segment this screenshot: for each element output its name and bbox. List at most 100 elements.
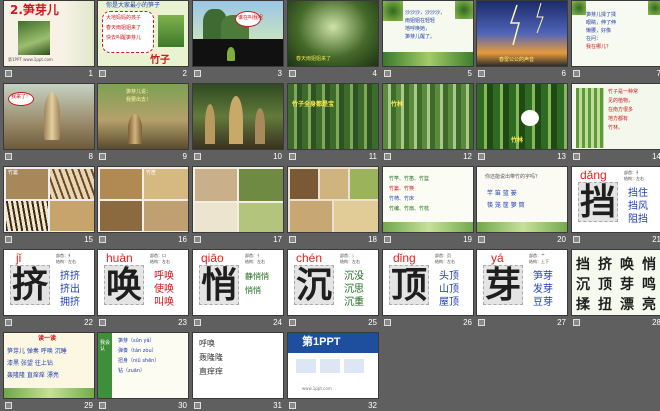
slide-number: 1 bbox=[88, 69, 93, 78]
slide-10-content bbox=[192, 83, 284, 150]
animation-icon bbox=[289, 153, 296, 160]
slide-thumbnail-31[interactable]: 呼唤 轰隆隆 直痒痒 31 bbox=[192, 332, 284, 410]
hanzi-char: 唤 bbox=[106, 264, 143, 306]
slide-thumbnail-22[interactable]: jǐ 挤 部首：扌 结构：左右 挤挤 挤出 拥挤 22 bbox=[3, 249, 95, 327]
slide-thumbnail-30[interactable]: 我会认 笋芽（sǔn yá） 弹奏（tán zòu） 扭身（niǔ shēn） … bbox=[97, 332, 189, 410]
slide-number: 11 bbox=[368, 152, 377, 161]
slide-6-caption: 春雷公公的声音 bbox=[499, 57, 535, 63]
slide-thumbnail-15[interactable]: 竹篓 15 bbox=[3, 166, 95, 244]
slide-thumbnail-29[interactable]: 读一读 笋芽儿 弹奏 呼唤 沉睡 漆黑 张望 往上钻 轰隆隆 直痒痒 漂亮 29 bbox=[3, 332, 95, 410]
animation-icon bbox=[99, 236, 106, 243]
animation-icon bbox=[573, 319, 580, 326]
slide-thumbnail-24[interactable]: qiāo 悄 部首：忄 结构：左右 静悄悄 悄悄 24 bbox=[192, 249, 284, 327]
slide-19-content: 竹竿、竹笛、竹篮 竹篓、竹筷 竹椅、竹床 竹编、竹扇、竹枕 bbox=[382, 166, 474, 233]
slide-25-content: chén 沉 部首：氵 结构：左右 沉没 沉思 沉重 bbox=[287, 249, 379, 316]
slide-number: 29 bbox=[84, 401, 93, 410]
animation-icon bbox=[99, 153, 106, 160]
slide-16-content: 竹筐 bbox=[97, 166, 189, 233]
animation-icon bbox=[99, 70, 106, 77]
slide-thumbnail-8[interactable]: 我来了! 8 bbox=[3, 83, 95, 161]
slide-27-content: yá 芽 部首：艹 结构：上下 笋芽 发芽 豆芽 bbox=[476, 249, 568, 316]
slide-number: 28 bbox=[652, 318, 660, 327]
animation-icon bbox=[5, 402, 12, 409]
slide-number: 23 bbox=[178, 318, 187, 327]
slide-number: 25 bbox=[368, 318, 377, 327]
slide-number: 5 bbox=[467, 69, 472, 78]
slide-thumbnail-17[interactable]: 17 bbox=[192, 166, 284, 244]
slide-12-caption: 竹林 bbox=[391, 101, 404, 108]
slide-thumbnail-13[interactable]: 竹林 13 bbox=[476, 83, 568, 161]
slide-23-content: huàn 唤 部首：口 结构：左右 呼唤 使唤 叫唤 bbox=[97, 249, 189, 316]
slide-thumbnail-9[interactable]: 笋芽儿说： 我要出去！ 9 bbox=[97, 83, 189, 161]
slide-28-content: 挡 挤 唤 悄 沉 顶 芽 鸣 揉 扭 漂 亮 bbox=[571, 249, 660, 316]
slide-11-caption: 竹子全身都是宝 bbox=[292, 101, 335, 108]
hanzi-char: 沉 bbox=[296, 264, 333, 306]
slide-thumbnail-6[interactable]: 春雷公公的声音 6 bbox=[476, 0, 568, 78]
animation-icon bbox=[384, 236, 391, 243]
animation-icon bbox=[573, 236, 580, 243]
slide-thumbnail-18[interactable]: 18 bbox=[287, 166, 379, 244]
animation-icon bbox=[5, 319, 12, 326]
animation-icon bbox=[289, 70, 296, 77]
slide-thumbnail-7[interactable]: 笋芽儿揉了揉 眼睛，伸了伸 懒腰，好像 在问： 我在哪儿？ 7 bbox=[571, 0, 660, 78]
animation-icon bbox=[384, 70, 391, 77]
slide-number: 17 bbox=[273, 235, 282, 244]
slide-13-caption: 竹林 bbox=[511, 137, 524, 144]
slide-thumbnail-10[interactable]: 10 bbox=[192, 83, 284, 161]
slide-number: 24 bbox=[273, 318, 282, 327]
animation-icon bbox=[5, 70, 12, 77]
slide-thumbnail-2[interactable]: 你是大家最小的笋子 大地妈妈的孩子 春天雨姐姐来了 快去叫醒笋芽儿 竹子 2 bbox=[97, 0, 189, 78]
slide-number: 31 bbox=[273, 401, 282, 410]
slide-thumbnail-25[interactable]: chén 沉 部首：氵 结构：左右 沉没 沉思 沉重 25 bbox=[287, 249, 379, 327]
animation-icon bbox=[478, 236, 485, 243]
slide-thumbnail-20[interactable]: 你还能说出带竹的字吗？ 竿 笛 篮 篓 筷 笼 筐 箩 筒 20 bbox=[476, 166, 568, 244]
slide-5-content: 沙沙沙，沙沙沙， 雨姐姐在轻轻 地呼唤她， 笋芽儿醒了。 bbox=[382, 0, 474, 67]
slide-thumbnail-5[interactable]: 沙沙沙，沙沙沙， 雨姐姐在轻轻 地呼唤她， 笋芽儿醒了。 5 bbox=[382, 0, 474, 78]
slide-number: 20 bbox=[557, 235, 566, 244]
slide-13-content: 竹林 bbox=[476, 83, 568, 150]
slide-number: 9 bbox=[182, 152, 187, 161]
slide-thumbnail-21[interactable]: dǎng 挡 部首：扌 结构：左右 挡住 挡风 阻挡 21 bbox=[571, 166, 660, 244]
animation-icon bbox=[289, 236, 296, 243]
slide-number: 3 bbox=[277, 69, 282, 78]
slide-thumbnail-4[interactable]: 春天雨姐姐来了 4 bbox=[287, 0, 379, 78]
slide-17-content bbox=[192, 166, 284, 233]
slide-thumbnail-1[interactable]: 2.笋芽儿 第1PPT www.1ppt.com 1 bbox=[3, 0, 95, 78]
slide-number: 30 bbox=[178, 401, 187, 410]
animation-icon bbox=[384, 319, 391, 326]
slide-thumbnail-26[interactable]: dǐng 顶 部首：页 结构：左右 头顶 山顶 屋顶 26 bbox=[382, 249, 474, 327]
slide-number: 22 bbox=[84, 318, 93, 327]
animation-icon bbox=[194, 70, 201, 77]
animation-icon bbox=[194, 153, 201, 160]
slide-9-content: 笋芽儿说： 我要出去！ bbox=[97, 83, 189, 150]
hanzi-char: 挤 bbox=[12, 264, 49, 306]
slide-thumbnail-14[interactable]: 竹子是一种常 见的植物， 在南方很多 地方都有 竹林。 14 bbox=[571, 83, 660, 161]
slide-6-content: 春雷公公的声音 bbox=[476, 0, 568, 67]
slide-thumbnail-19[interactable]: 竹竿、竹笛、竹篮 竹篓、竹筷 竹椅、竹床 竹编、竹扇、竹枕 19 bbox=[382, 166, 474, 244]
slide-thumbnail-12[interactable]: 竹林 12 bbox=[382, 83, 474, 161]
animation-icon bbox=[478, 319, 485, 326]
slide-8-content: 我来了! bbox=[3, 83, 95, 150]
slide-number: 14 bbox=[652, 152, 660, 161]
slide-thumbnail-27[interactable]: yá 芽 部首：艹 结构：上下 笋芽 发芽 豆芽 27 bbox=[476, 249, 568, 327]
slide-thumbnail-16[interactable]: 竹筐 16 bbox=[97, 166, 189, 244]
slide-thumbnail-32[interactable]: 第1PPT www.1ppt.com 32 bbox=[287, 332, 379, 410]
slide-sorter-grid: 2.笋芽儿 第1PPT www.1ppt.com 1 你是大家最小的笋子 大地妈… bbox=[0, 0, 660, 411]
animation-icon bbox=[289, 402, 296, 409]
slide-21-content: dǎng 挡 部首：扌 结构：左右 挡住 挡风 阻挡 bbox=[571, 166, 660, 233]
slide-3-bubble: 谁在叫我呢 bbox=[238, 15, 264, 21]
slide-32-content: 第1PPT www.1ppt.com bbox=[287, 332, 379, 399]
slide-20-content: 你还能说出带竹的字吗？ 竿 笛 篮 篓 筷 笼 筐 箩 筒 bbox=[476, 166, 568, 233]
animation-icon bbox=[573, 153, 580, 160]
animation-icon bbox=[99, 319, 106, 326]
slide-thumbnail-11[interactable]: 竹子全身都是宝 11 bbox=[287, 83, 379, 161]
slide-29-content: 读一读 笋芽儿 弹奏 呼唤 沉睡 漆黑 张望 往上钻 轰隆隆 直痒痒 漂亮 bbox=[3, 332, 95, 399]
slide-thumbnail-23[interactable]: huàn 唤 部首：口 结构：左右 呼唤 使唤 叫唤 23 bbox=[97, 249, 189, 327]
slide-1-title: 2.笋芽儿 bbox=[10, 3, 59, 17]
slide-14-content: 竹子是一种常 见的植物， 在南方很多 地方都有 竹林。 bbox=[571, 83, 660, 150]
slide-thumbnail-3[interactable]: 谁在叫我呢 3 bbox=[192, 0, 284, 78]
slide-31-content: 呼唤 轰隆隆 直痒痒 bbox=[192, 332, 284, 399]
slide-thumbnail-28[interactable]: 挡 挤 唤 悄 沉 顶 芽 鸣 揉 扭 漂 亮 28 bbox=[571, 249, 660, 327]
slide-number: 13 bbox=[557, 152, 566, 161]
animation-icon bbox=[194, 319, 201, 326]
